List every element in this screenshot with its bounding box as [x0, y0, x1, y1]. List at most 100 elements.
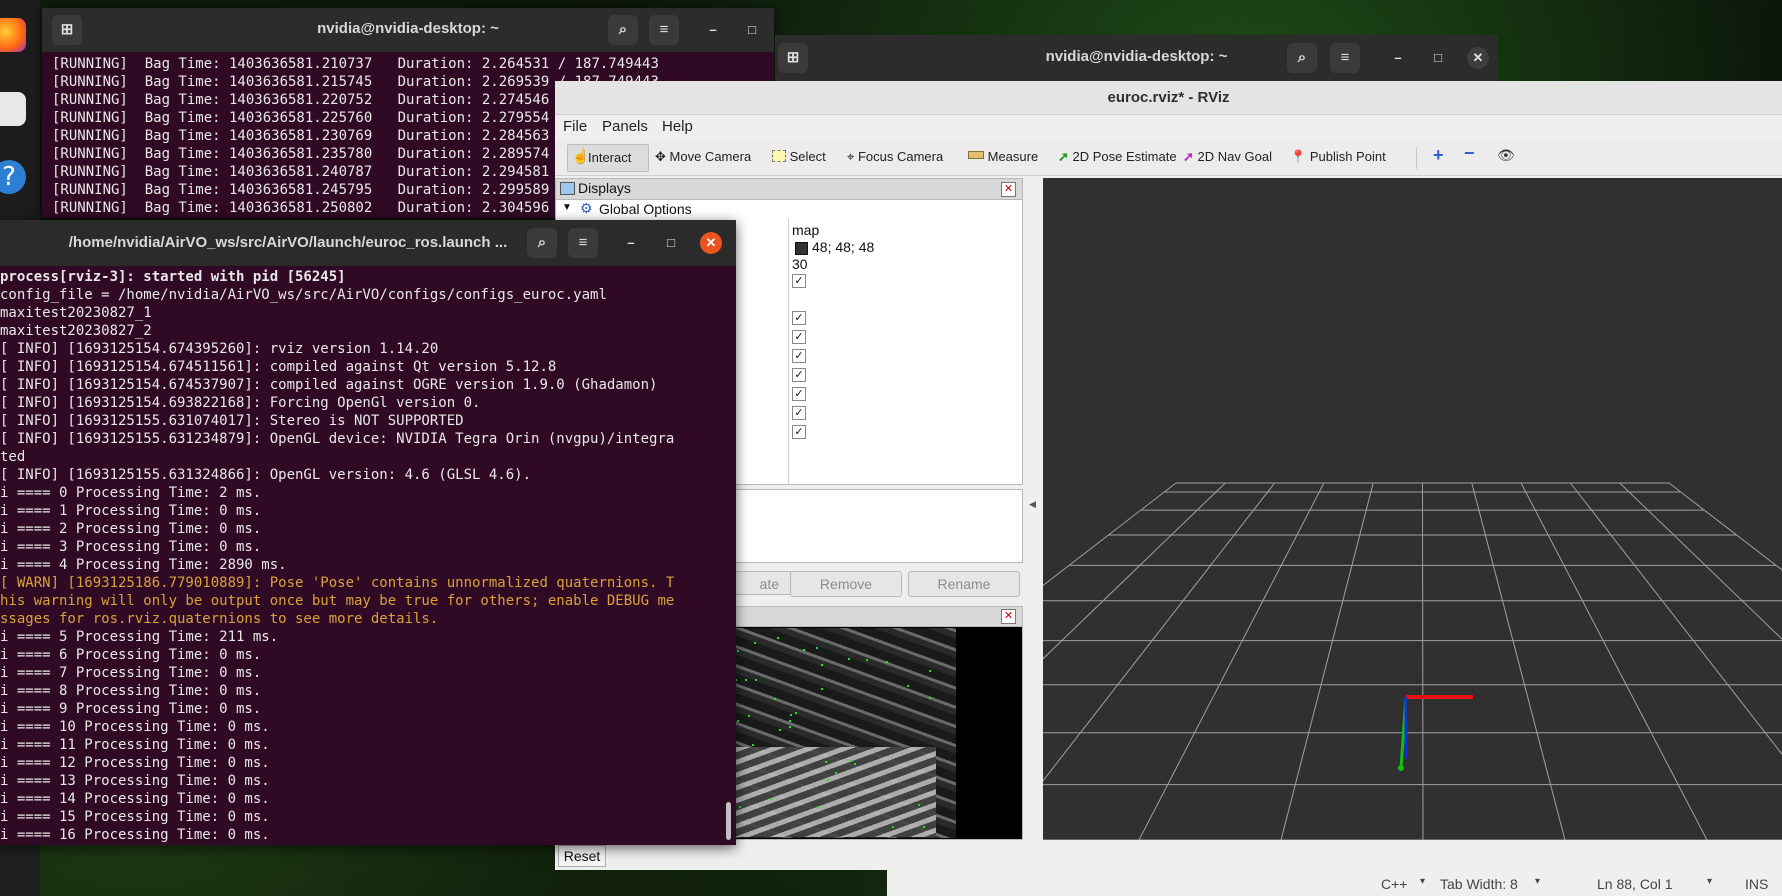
feature-point: [737, 650, 740, 653]
minimize-button[interactable]: –: [1387, 47, 1409, 69]
tool-focus-camera[interactable]: ⌖ Focus Camera: [847, 149, 943, 165]
terminal-line: maxitest20230827_1: [0, 305, 152, 321]
menu-help[interactable]: Help: [662, 118, 693, 135]
monitor-icon: [560, 182, 575, 195]
back-terminal-titlebar[interactable]: ⊞ nvidia@nvidia-desktop: ~ ⌕ ≡ – □ ✕: [42, 8, 774, 52]
global-options-label: Global Options: [599, 201, 692, 217]
tool-interact[interactable]: ☝ Interact: [567, 144, 649, 172]
camera-image-highlight: [736, 747, 936, 837]
search-icon[interactable]: ⌕: [1287, 43, 1317, 73]
close-button[interactable]: ✕: [1467, 47, 1489, 69]
panel-collapse-arrow[interactable]: ◀: [1029, 500, 1036, 510]
tool-2d-nav-goal[interactable]: ➚ 2D Nav Goal: [1183, 149, 1272, 165]
reset-button[interactable]: Reset: [558, 845, 606, 867]
fixed-frame-value[interactable]: map: [792, 222, 819, 238]
display-enabled-checkbox[interactable]: ✓: [792, 406, 806, 420]
terminal-line: i ==== 4 Processing Time: 2890 ms.: [0, 557, 287, 573]
tool-publish-point-label: Publish Point: [1309, 149, 1386, 164]
display-enabled-checkbox[interactable]: ✓: [792, 274, 806, 288]
rviz-terminal-window[interactable]: ⊞ nvidia@nvidia-desktop: ~ ⌕ ≡ – □ ✕: [775, 35, 1498, 81]
feature-point: [737, 719, 740, 722]
maximize-button[interactable]: □: [1427, 47, 1449, 69]
feature-point: [816, 805, 819, 808]
tool-select[interactable]: Select: [772, 149, 826, 164]
cursor-position[interactable]: Ln 88, Col 1: [1597, 876, 1673, 892]
global-options-row[interactable]: ▼ ⚙ Global Options: [556, 200, 1022, 219]
maximize-button[interactable]: □: [741, 19, 763, 41]
feature-point: [821, 663, 824, 666]
menu-panels[interactable]: Panels: [602, 118, 648, 135]
grid-line: [1668, 482, 1782, 571]
remove-tool-icon[interactable]: −: [1464, 143, 1475, 164]
rename-display-button[interactable]: Rename: [908, 571, 1020, 597]
tool-2d-pose-estimate[interactable]: ➚ 2D Pose Estimate: [1058, 149, 1177, 165]
hamburger-menu-icon[interactable]: ≡: [1330, 43, 1360, 73]
terminal-line: i ==== 14 Processing Time: 0 ms.: [0, 791, 270, 807]
3d-viewport[interactable]: [1043, 178, 1782, 840]
terminal-line: config_file = /home/nvidia/AirVO_ws/src/…: [0, 287, 607, 303]
feature-point: [929, 669, 932, 672]
display-enabled-checkbox[interactable]: ✓: [792, 330, 806, 344]
tab-width-selector[interactable]: Tab Width: 8: [1440, 876, 1518, 892]
terminal-line: [ INFO] [1693125154.674511561]: compiled…: [0, 359, 557, 375]
display-enabled-checkbox[interactable]: ✓: [792, 349, 806, 363]
launch-terminal-title: /home/nvidia/AirVO_ws/src/AirVO/launch/e…: [68, 234, 508, 251]
terminal-line: his warning will only be output once but…: [0, 593, 675, 609]
language-selector[interactable]: C++: [1381, 876, 1407, 892]
eye-icon[interactable]: 👁: [1497, 147, 1515, 164]
expand-arrow-icon[interactable]: ▼: [562, 202, 572, 213]
hamburger-menu-icon[interactable]: ≡: [649, 15, 679, 45]
firefox-icon[interactable]: [0, 18, 26, 52]
minimize-button[interactable]: –: [620, 232, 642, 254]
terminal-line: i ==== 7 Processing Time: 0 ms.: [0, 665, 262, 681]
feature-point: [744, 679, 747, 682]
terminal-line: i ==== 11 Processing Time: 0 ms.: [0, 737, 270, 753]
feature-point: [850, 760, 852, 763]
help-icon[interactable]: ?: [0, 160, 26, 194]
display-enabled-checkbox[interactable]: ✓: [792, 311, 806, 325]
display-enabled-checkbox[interactable]: ✓: [792, 425, 806, 439]
minimize-button[interactable]: –: [702, 19, 724, 41]
display-enabled-checkbox[interactable]: ✓: [792, 387, 806, 401]
frame-rate-value[interactable]: 30: [792, 256, 808, 272]
close-button[interactable]: ✕: [700, 232, 722, 254]
toolbar-separator: [1416, 147, 1417, 169]
origin-marker: [1398, 765, 1404, 771]
tool-publish-point[interactable]: 📍 Publish Point: [1290, 149, 1386, 165]
maximize-button[interactable]: □: [660, 232, 682, 254]
panel-close-icon[interactable]: ✕: [1001, 609, 1016, 624]
terminal-line: [ INFO] [1693125154.674537907]: compiled…: [0, 377, 658, 393]
files-icon[interactable]: [0, 92, 26, 126]
display-enabled-checkbox[interactable]: ✓: [792, 368, 806, 382]
panel-close-icon[interactable]: ✕: [1001, 182, 1016, 197]
editor-statusbar: C++ ▾ Tab Width: 8 ▾ Ln 88, Col 1 ▾ INS: [887, 870, 1782, 896]
gear-icon: ⚙: [580, 200, 593, 216]
tool-move-camera[interactable]: ✥ Move Camera: [655, 149, 751, 165]
launch-terminal-titlebar[interactable]: /home/nvidia/AirVO_ws/src/AirVO/launch/e…: [0, 220, 736, 266]
terminal-scrollbar[interactable]: [726, 802, 731, 840]
launch-terminal-window[interactable]: /home/nvidia/AirVO_ws/src/AirVO/launch/e…: [0, 220, 736, 845]
property-column-divider: [788, 219, 789, 484]
background-color-swatch[interactable]: [795, 242, 808, 255]
terminal-line: i ==== 15 Processing Time: 0 ms.: [0, 809, 270, 825]
hamburger-menu-icon[interactable]: ≡: [568, 228, 598, 258]
feature-point: [773, 698, 776, 701]
background-color-value[interactable]: 48; 48; 48: [812, 239, 874, 255]
rviz-title-bar[interactable]: euroc.rviz* - RViz: [555, 81, 1782, 115]
search-icon[interactable]: ⌕: [608, 15, 638, 45]
terminal-line: i ==== 1 Processing Time: 0 ms.: [0, 503, 262, 519]
hand-icon: ☝: [572, 148, 590, 164]
tool-measure[interactable]: Measure: [968, 149, 1038, 164]
chevron-down-icon: ▾: [1535, 876, 1541, 887]
feature-point: [788, 720, 791, 723]
search-icon[interactable]: ⌕: [527, 228, 557, 258]
tool-2d-pose-estimate-label: 2D Pose Estimate: [1072, 149, 1177, 164]
chevron-down-icon: ▾: [1707, 876, 1713, 887]
feature-point: [892, 825, 895, 828]
rviz-menubar: File Panels Help: [555, 115, 1782, 140]
launch-terminal-output: process[rviz-3]: started with pid [56245…: [0, 268, 674, 844]
remove-display-button[interactable]: Remove: [790, 571, 902, 597]
add-tool-icon[interactable]: +: [1433, 145, 1444, 166]
menu-file[interactable]: File: [563, 118, 587, 135]
tool-focus-camera-label: Focus Camera: [857, 149, 944, 164]
